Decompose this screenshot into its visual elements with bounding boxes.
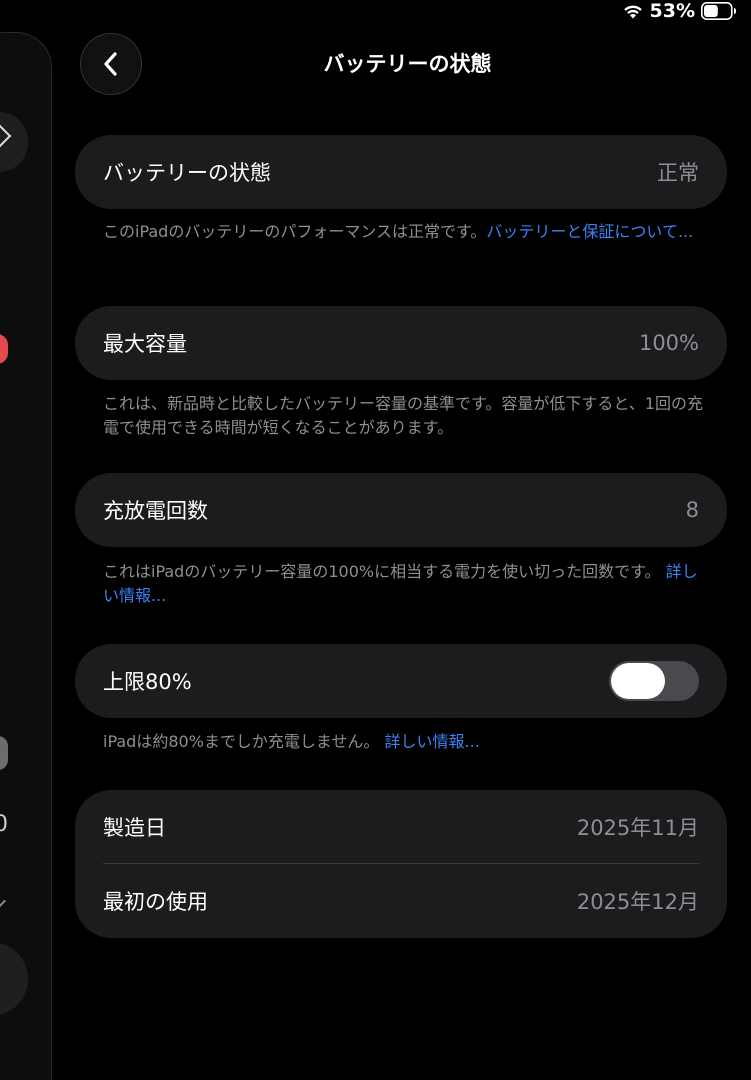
first-use-value: 2025年12月 (576, 890, 699, 914)
status-bar: 53% (622, 0, 737, 22)
first-use-label: 最初の使用 (103, 890, 208, 914)
charge-limit-more-info-link[interactable]: 詳しい情報... (385, 732, 480, 751)
cycle-count-footnote: これはiPadのバッテリー容量の100%に相当する電力を使い切った回数です。 詳… (103, 560, 703, 608)
charge-limit-card: 上限80% (75, 644, 727, 718)
dates-card: 製造日 2025年11月 最初の使用 2025年12月 (75, 790, 727, 938)
battery-health-value: 正常 (657, 161, 699, 185)
charge-limit-row: 上限80% (75, 644, 727, 718)
charge-limit-footnote: iPadは約80%までしか充電しません。 詳しい情報... (103, 730, 703, 754)
wifi-icon (623, 5, 642, 19)
sidebar-partial-text: 0 (0, 812, 8, 837)
max-capacity-footnote: これは、新品時と比較したバッテリー容量の基準です。容量が低下すると、1回の充電で… (103, 394, 703, 437)
max-capacity-value: 100% (638, 331, 699, 355)
cycle-count-value: 8 (685, 498, 699, 522)
first-use-row: 最初の使用 2025年12月 (75, 864, 727, 938)
max-capacity-card: 最大容量 100% (75, 306, 727, 380)
battery-percentage: 53% (649, 0, 695, 22)
battery-health-label: バッテリーの状態 (103, 161, 271, 185)
charge-limit-label: 上限80% (103, 670, 192, 694)
battery-health-screen: 53% 0 バッテリーの状態 バッテリーの状態 正常 このiPadのバッテリーの… (0, 0, 751, 1080)
battery-warranty-link[interactable]: バッテリーと保証について... (486, 222, 693, 241)
manufacture-date-row: 製造日 2025年11月 (75, 790, 727, 864)
cycle-count-row: 充放電回数 8 (75, 473, 727, 547)
battery-health-card: バッテリーの状態 正常 (75, 135, 727, 209)
back-button[interactable] (80, 33, 142, 95)
max-capacity-label: 最大容量 (103, 332, 187, 356)
page-title: バッテリーの状態 (323, 52, 492, 76)
battery-icon (701, 2, 736, 20)
battery-health-footnote-text: このiPadのバッテリーのパフォーマンスは正常です。 (103, 222, 487, 241)
battery-health-row[interactable]: バッテリーの状態 正常 (75, 135, 727, 209)
charge-limit-footnote-text: iPadは約80%までしか充電しません。 (103, 732, 380, 751)
cycle-count-card: 充放電回数 8 (75, 473, 727, 547)
manufacture-date-value: 2025年11月 (576, 816, 699, 840)
cycle-count-footnote-text: これはiPadのバッテリー容量の100%に相当する電力を使い切った回数です。 (103, 562, 661, 581)
chevron-left-icon (104, 52, 117, 76)
cycle-count-label: 充放電回数 (103, 499, 208, 523)
manufacture-date-label: 製造日 (103, 816, 166, 840)
sidebar-panel (0, 32, 52, 1080)
toggle-knob (611, 663, 665, 699)
charge-limit-toggle[interactable] (609, 661, 699, 701)
battery-health-footnote: このiPadのバッテリーのパフォーマンスは正常です。バッテリーと保証について..… (103, 220, 703, 244)
max-capacity-row: 最大容量 100% (75, 306, 727, 380)
